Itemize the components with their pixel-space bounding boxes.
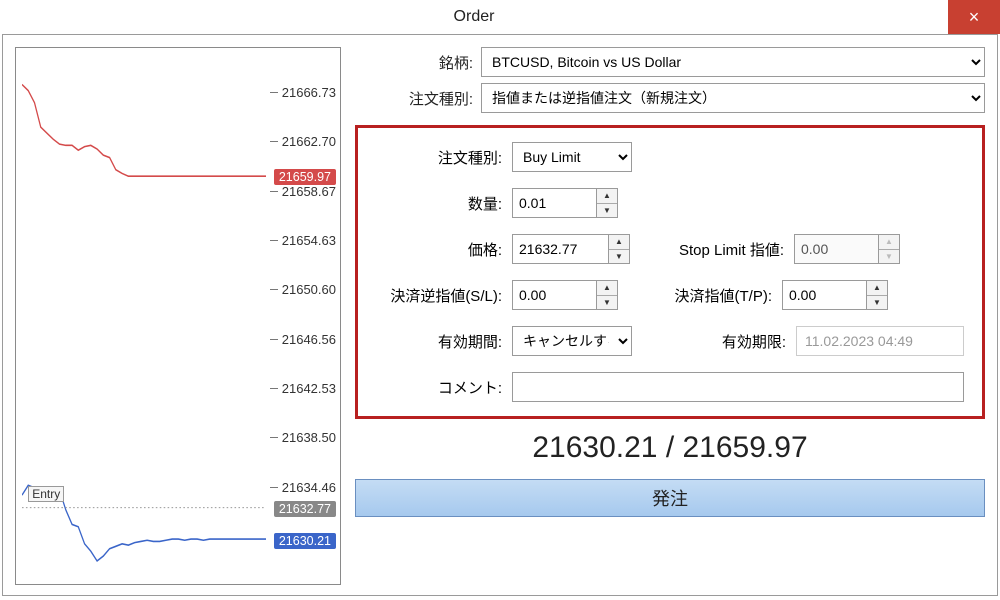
title-bar: Order × — [0, 0, 1000, 34]
pending-order-panel: 注文種別: Buy Limit 数量: ▲▼ 価格: ▲▼ Stop Limit… — [355, 125, 985, 419]
sl-input[interactable] — [512, 280, 596, 310]
tp-label: 決済指値(T/P): — [652, 285, 772, 306]
pending-type-label: 注文種別: — [376, 147, 502, 168]
y-tick: 21650.60 — [270, 282, 336, 297]
dialog-body: 21666.73 21662.70 21658.67 21654.63 21650.60… — [2, 34, 998, 596]
sl-stepper[interactable]: ▲▼ — [512, 280, 618, 310]
expiry-type-label: 有効期間: — [376, 331, 502, 352]
sl-spinner[interactable]: ▲▼ — [596, 280, 618, 310]
y-tick: 21638.50 — [270, 430, 336, 445]
comment-label: コメント: — [376, 377, 502, 398]
bid-price: 21630.21 — [532, 431, 657, 464]
volume-spinner[interactable]: ▲▼ — [596, 188, 618, 218]
window-title: Order — [0, 8, 948, 26]
volume-stepper[interactable]: ▲▼ — [512, 188, 618, 218]
bid-price-badge: 21630.21 — [274, 533, 336, 549]
price-label: 価格: — [376, 239, 502, 260]
tp-spinner[interactable]: ▲▼ — [866, 280, 888, 310]
bid-ask-display: 21630.21 / 21659.97 — [355, 431, 985, 465]
price-spinner[interactable]: ▲▼ — [608, 234, 630, 264]
stoplimit-stepper: ▲▼ — [794, 234, 900, 264]
ask-price-badge: 21659.97 — [274, 169, 336, 185]
price-stepper[interactable]: ▲▼ — [512, 234, 630, 264]
stoplimit-label: Stop Limit 指値: — [664, 239, 784, 260]
close-icon: × — [969, 7, 980, 28]
price-chart: 21666.73 21662.70 21658.67 21654.63 21650.60… — [15, 47, 341, 585]
price-input[interactable] — [512, 234, 608, 264]
volume-input[interactable] — [512, 188, 596, 218]
expiry-date-label: 有効期限: — [666, 331, 786, 352]
symbol-select[interactable]: BTCUSD, Bitcoin vs US Dollar — [481, 47, 985, 77]
tp-stepper[interactable]: ▲▼ — [782, 280, 888, 310]
comment-input[interactable] — [512, 372, 964, 402]
place-order-button[interactable]: 発注 — [355, 479, 985, 517]
volume-label: 数量: — [376, 193, 502, 214]
y-tick: 21642.53 — [270, 381, 336, 396]
entry-marker: Entry — [28, 486, 64, 502]
y-tick: 21662.70 — [270, 134, 336, 149]
pending-type-select[interactable]: Buy Limit — [512, 142, 632, 172]
order-type-select[interactable]: 指値または逆指値注文（新規注文） — [481, 83, 985, 113]
stoplimit-spinner: ▲▼ — [878, 234, 900, 264]
pending-price-badge: 21632.77 — [274, 501, 336, 517]
order-type-label: 注文種別: — [355, 88, 473, 109]
y-tick: 21658.67 — [270, 184, 336, 199]
tp-input[interactable] — [782, 280, 866, 310]
ask-price: 21659.97 — [683, 431, 808, 464]
close-button[interactable]: × — [948, 0, 1000, 34]
order-form: 銘柄: BTCUSD, Bitcoin vs US Dollar 注文種別: 指… — [355, 47, 985, 583]
y-tick: 21666.73 — [270, 85, 336, 100]
expiry-type-select[interactable]: キャンセルする — [512, 326, 632, 356]
symbol-label: 銘柄: — [355, 52, 473, 73]
sl-label: 決済逆指値(S/L): — [376, 285, 502, 306]
expiry-date-field: 11.02.2023 04:49 — [796, 326, 964, 356]
stoplimit-input — [794, 234, 878, 264]
y-tick: 21654.63 — [270, 233, 336, 248]
y-tick: 21634.46 — [270, 480, 336, 495]
y-tick: 21646.56 — [270, 332, 336, 347]
